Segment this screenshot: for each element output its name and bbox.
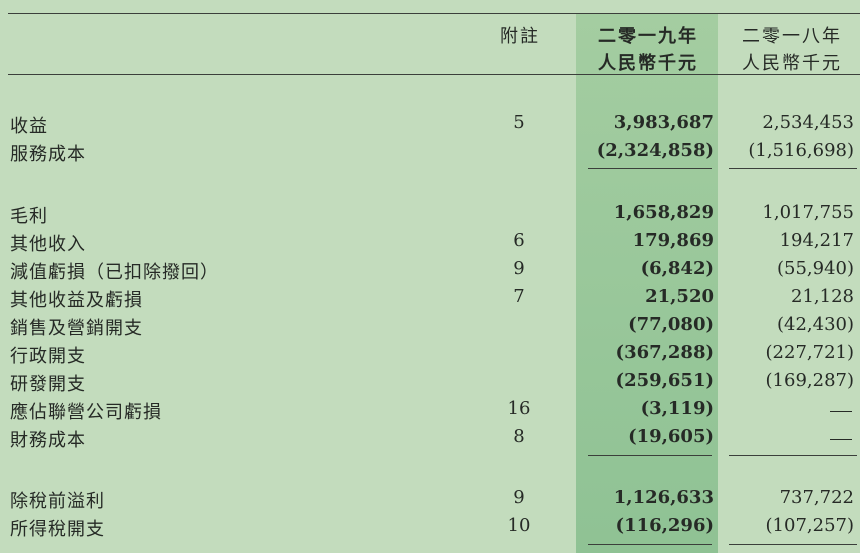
subtotal-rule-current xyxy=(588,168,712,169)
current-value: (19,605) xyxy=(628,426,714,447)
current-year-header: 二零一九年 xyxy=(598,26,698,47)
current-value: (259,651) xyxy=(615,370,714,391)
table-row: 減值虧損（已扣除撥回） 9 (6,842) (55,940) xyxy=(0,258,860,286)
prior-value: 737,722 xyxy=(779,487,854,508)
prior-value: 21,128 xyxy=(791,286,854,307)
nil-dash xyxy=(830,411,852,412)
table-row: 應佔聯營公司虧損 16 (3,119) — xyxy=(0,398,860,426)
row-note: 8 xyxy=(513,426,525,447)
row-label: 其他收益及虧損 xyxy=(10,290,143,311)
row-label: 除稅前溢利 xyxy=(10,491,105,512)
subtotal-rule-prior xyxy=(729,168,857,169)
prior-value: (107,257) xyxy=(765,515,854,536)
table-row: 銷售及營銷開支 (77,080) (42,430) xyxy=(0,314,860,342)
row-label: 銷售及營銷開支 xyxy=(10,318,143,339)
current-value: (2,324,858) xyxy=(596,140,714,161)
table-row: 其他收益及虧損 7 21,520 21,128 xyxy=(0,286,860,314)
row-label: 毛利 xyxy=(10,206,48,227)
current-unit-header: 人民幣千元 xyxy=(598,53,698,74)
table-row: 財務成本 8 (19,605) — xyxy=(0,426,860,454)
table-row: 行政開支 (367,288) (227,721) xyxy=(0,342,860,370)
table-top-rule xyxy=(8,13,860,14)
table-row: 服務成本 (2,324,858) (1,516,698) xyxy=(0,140,860,168)
table-row: 毛利 1,658,829 1,017,755 xyxy=(0,202,860,230)
table-row: 研發開支 (259,651) (169,287) xyxy=(0,370,860,398)
prior-value: (227,721) xyxy=(765,342,854,363)
row-label: 服務成本 xyxy=(10,144,86,165)
row-note: 10 xyxy=(507,515,531,536)
row-label: 應佔聯營公司虧損 xyxy=(10,402,162,423)
current-value: 179,869 xyxy=(632,230,714,251)
prior-unit-header: 人民幣千元 xyxy=(742,53,842,74)
current-value: (367,288) xyxy=(615,342,714,363)
current-value: 3,983,687 xyxy=(613,112,714,133)
prior-value: (169,287) xyxy=(765,370,854,391)
row-note: 5 xyxy=(513,112,525,133)
table-row: 所得稅開支 10 (116,296) (107,257) xyxy=(0,515,860,543)
current-value: (6,842) xyxy=(640,258,714,279)
row-note: 7 xyxy=(513,286,525,307)
nil-dash xyxy=(830,439,852,440)
current-value: 1,126,633 xyxy=(613,487,714,508)
subtotal-rule-prior xyxy=(729,455,857,456)
row-note: 9 xyxy=(513,487,525,508)
prior-year-header: 二零一八年 xyxy=(742,26,842,47)
prior-value: (1,516,698) xyxy=(748,140,854,161)
table-row: 除稅前溢利 9 1,126,633 737,722 xyxy=(0,487,860,515)
row-label: 所得稅開支 xyxy=(10,519,105,540)
row-note: 6 xyxy=(513,230,525,251)
row-label: 減值虧損（已扣除撥回） xyxy=(10,262,219,283)
prior-value: (42,430) xyxy=(776,314,854,335)
current-value: (77,080) xyxy=(628,314,714,335)
prior-value: 194,217 xyxy=(779,230,854,251)
note-column-header: 附註 xyxy=(500,26,540,47)
subtotal-rule-current xyxy=(588,544,712,545)
prior-value: 1,017,755 xyxy=(762,202,854,223)
header-bottom-rule xyxy=(8,74,860,75)
table-row: 其他收入 6 179,869 194,217 xyxy=(0,230,860,258)
subtotal-rule-prior xyxy=(729,544,857,545)
row-label: 財務成本 xyxy=(10,430,86,451)
current-value: (3,119) xyxy=(640,398,714,419)
current-value: 1,658,829 xyxy=(613,202,714,223)
current-value: 21,520 xyxy=(645,286,714,307)
row-label: 收益 xyxy=(10,116,48,137)
row-label: 其他收入 xyxy=(10,234,86,255)
row-label: 研發開支 xyxy=(10,374,86,395)
current-value: (116,296) xyxy=(615,515,714,536)
table-row: 收益 5 3,983,687 2,534,453 xyxy=(0,112,860,140)
row-note: 16 xyxy=(507,398,531,419)
row-note: 9 xyxy=(513,258,525,279)
prior-value: 2,534,453 xyxy=(762,112,854,133)
subtotal-rule-current xyxy=(588,455,712,456)
prior-value: (55,940) xyxy=(776,258,854,279)
row-label: 行政開支 xyxy=(10,346,86,367)
